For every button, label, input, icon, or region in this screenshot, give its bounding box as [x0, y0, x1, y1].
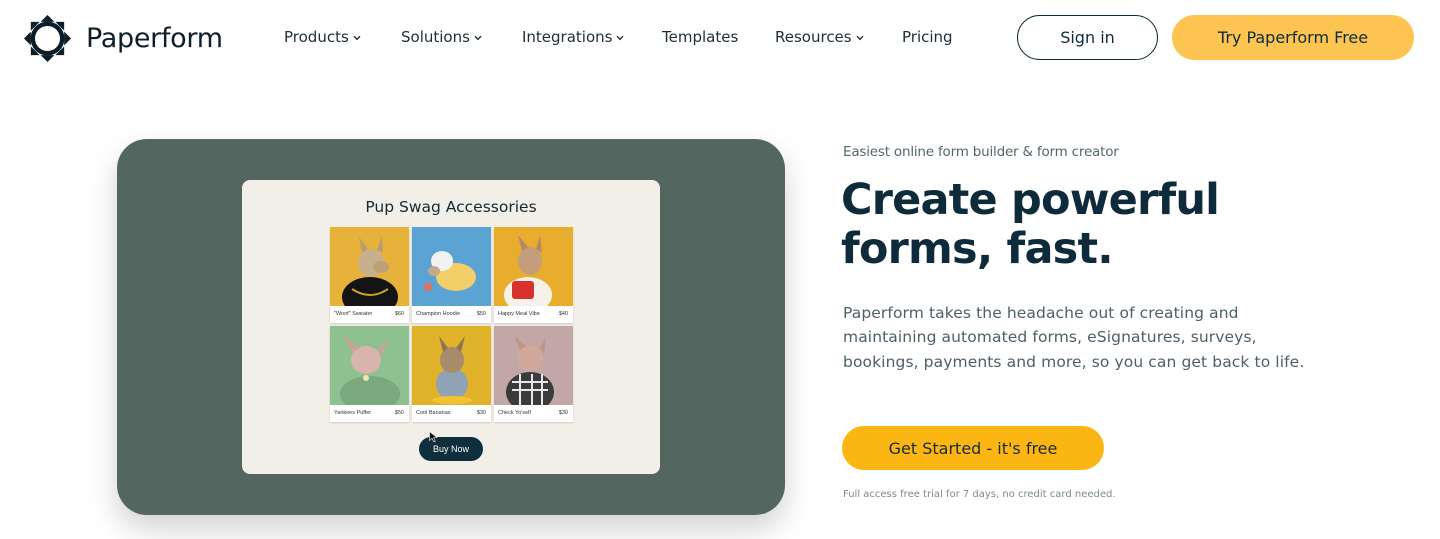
- nav-label: Integrations: [522, 28, 613, 46]
- nav-resources[interactable]: Resources: [775, 28, 864, 46]
- dog-photo: [330, 227, 409, 306]
- product-image: [494, 326, 573, 405]
- product-card[interactable]: "Woof" Sweater $60: [330, 227, 409, 323]
- nav-solutions[interactable]: Solutions: [401, 28, 482, 46]
- hero-eyebrow: Easiest online form builder & form creat…: [843, 144, 1119, 160]
- chevron-down-icon: [856, 35, 864, 41]
- product-card[interactable]: Yankees Puffer $50: [330, 326, 409, 422]
- get-started-button[interactable]: Get Started - it's free: [842, 426, 1104, 470]
- product-card[interactable]: Check Yo'self $30: [494, 326, 573, 422]
- product-price: $50: [394, 410, 404, 416]
- dog-photo: [330, 326, 409, 405]
- hero-headline: Create powerful forms, fast.: [841, 175, 1220, 274]
- product-card[interactable]: Champion Hoodie $50: [412, 227, 491, 323]
- brand-logo[interactable]: Paperform: [23, 14, 223, 63]
- product-price: $60: [394, 311, 404, 317]
- form-preview-title: Pup Swag Accessories: [365, 198, 537, 216]
- product-price: $30: [476, 410, 486, 416]
- dog-photo: [494, 326, 573, 405]
- product-price: $30: [558, 410, 568, 416]
- brand-name: Paperform: [86, 23, 223, 54]
- try-free-button[interactable]: Try Paperform Free: [1172, 15, 1414, 60]
- product-name: Cool Bananas: [416, 410, 451, 416]
- nav-label: Products: [284, 28, 349, 46]
- chevron-down-icon: [616, 35, 624, 41]
- nav-label: Solutions: [401, 28, 470, 46]
- product-name: "Woof" Sweater: [334, 311, 373, 317]
- cursor-icon: [429, 431, 438, 443]
- sign-in-button[interactable]: Sign in: [1017, 15, 1158, 60]
- product-price: $40: [558, 311, 568, 317]
- product-card[interactable]: Happy Meal Vibe $40: [494, 227, 573, 323]
- trial-fineprint: Full access free trial for 7 days, no cr…: [843, 489, 1116, 500]
- product-image: [412, 326, 491, 405]
- product-image: [330, 227, 409, 306]
- nav-label: Pricing: [902, 28, 953, 46]
- nav-products[interactable]: Products: [284, 28, 361, 46]
- dog-photo: [412, 227, 491, 306]
- product-name: Check Yo'self: [498, 410, 531, 416]
- product-name: Champion Hoodie: [416, 311, 461, 317]
- paperform-logo-icon: [23, 14, 72, 63]
- nav-label: Templates: [662, 28, 739, 46]
- product-image: [494, 227, 573, 306]
- chevron-down-icon: [353, 35, 361, 41]
- nav-integrations[interactable]: Integrations: [522, 28, 624, 46]
- dog-photo: [412, 326, 491, 405]
- hero-preview-card: Pup Swag Accessories "Woof" Sweater $60: [117, 139, 785, 515]
- product-card[interactable]: Cool Bananas $30: [412, 326, 491, 422]
- product-image: [330, 326, 409, 405]
- product-image: [412, 227, 491, 306]
- nav-templates[interactable]: Templates: [662, 28, 738, 46]
- product-name: Yankees Puffer: [334, 410, 372, 416]
- product-name: Happy Meal Vibe: [498, 311, 540, 317]
- hero-description: Paperform takes the headache out of crea…: [843, 304, 1305, 371]
- dog-photo: [494, 227, 573, 306]
- form-preview: Pup Swag Accessories "Woof" Sweater $60: [242, 180, 660, 474]
- product-price: $50: [476, 311, 486, 317]
- nav-label: Resources: [775, 28, 852, 46]
- chevron-down-icon: [474, 35, 482, 41]
- nav-pricing[interactable]: Pricing: [902, 28, 953, 46]
